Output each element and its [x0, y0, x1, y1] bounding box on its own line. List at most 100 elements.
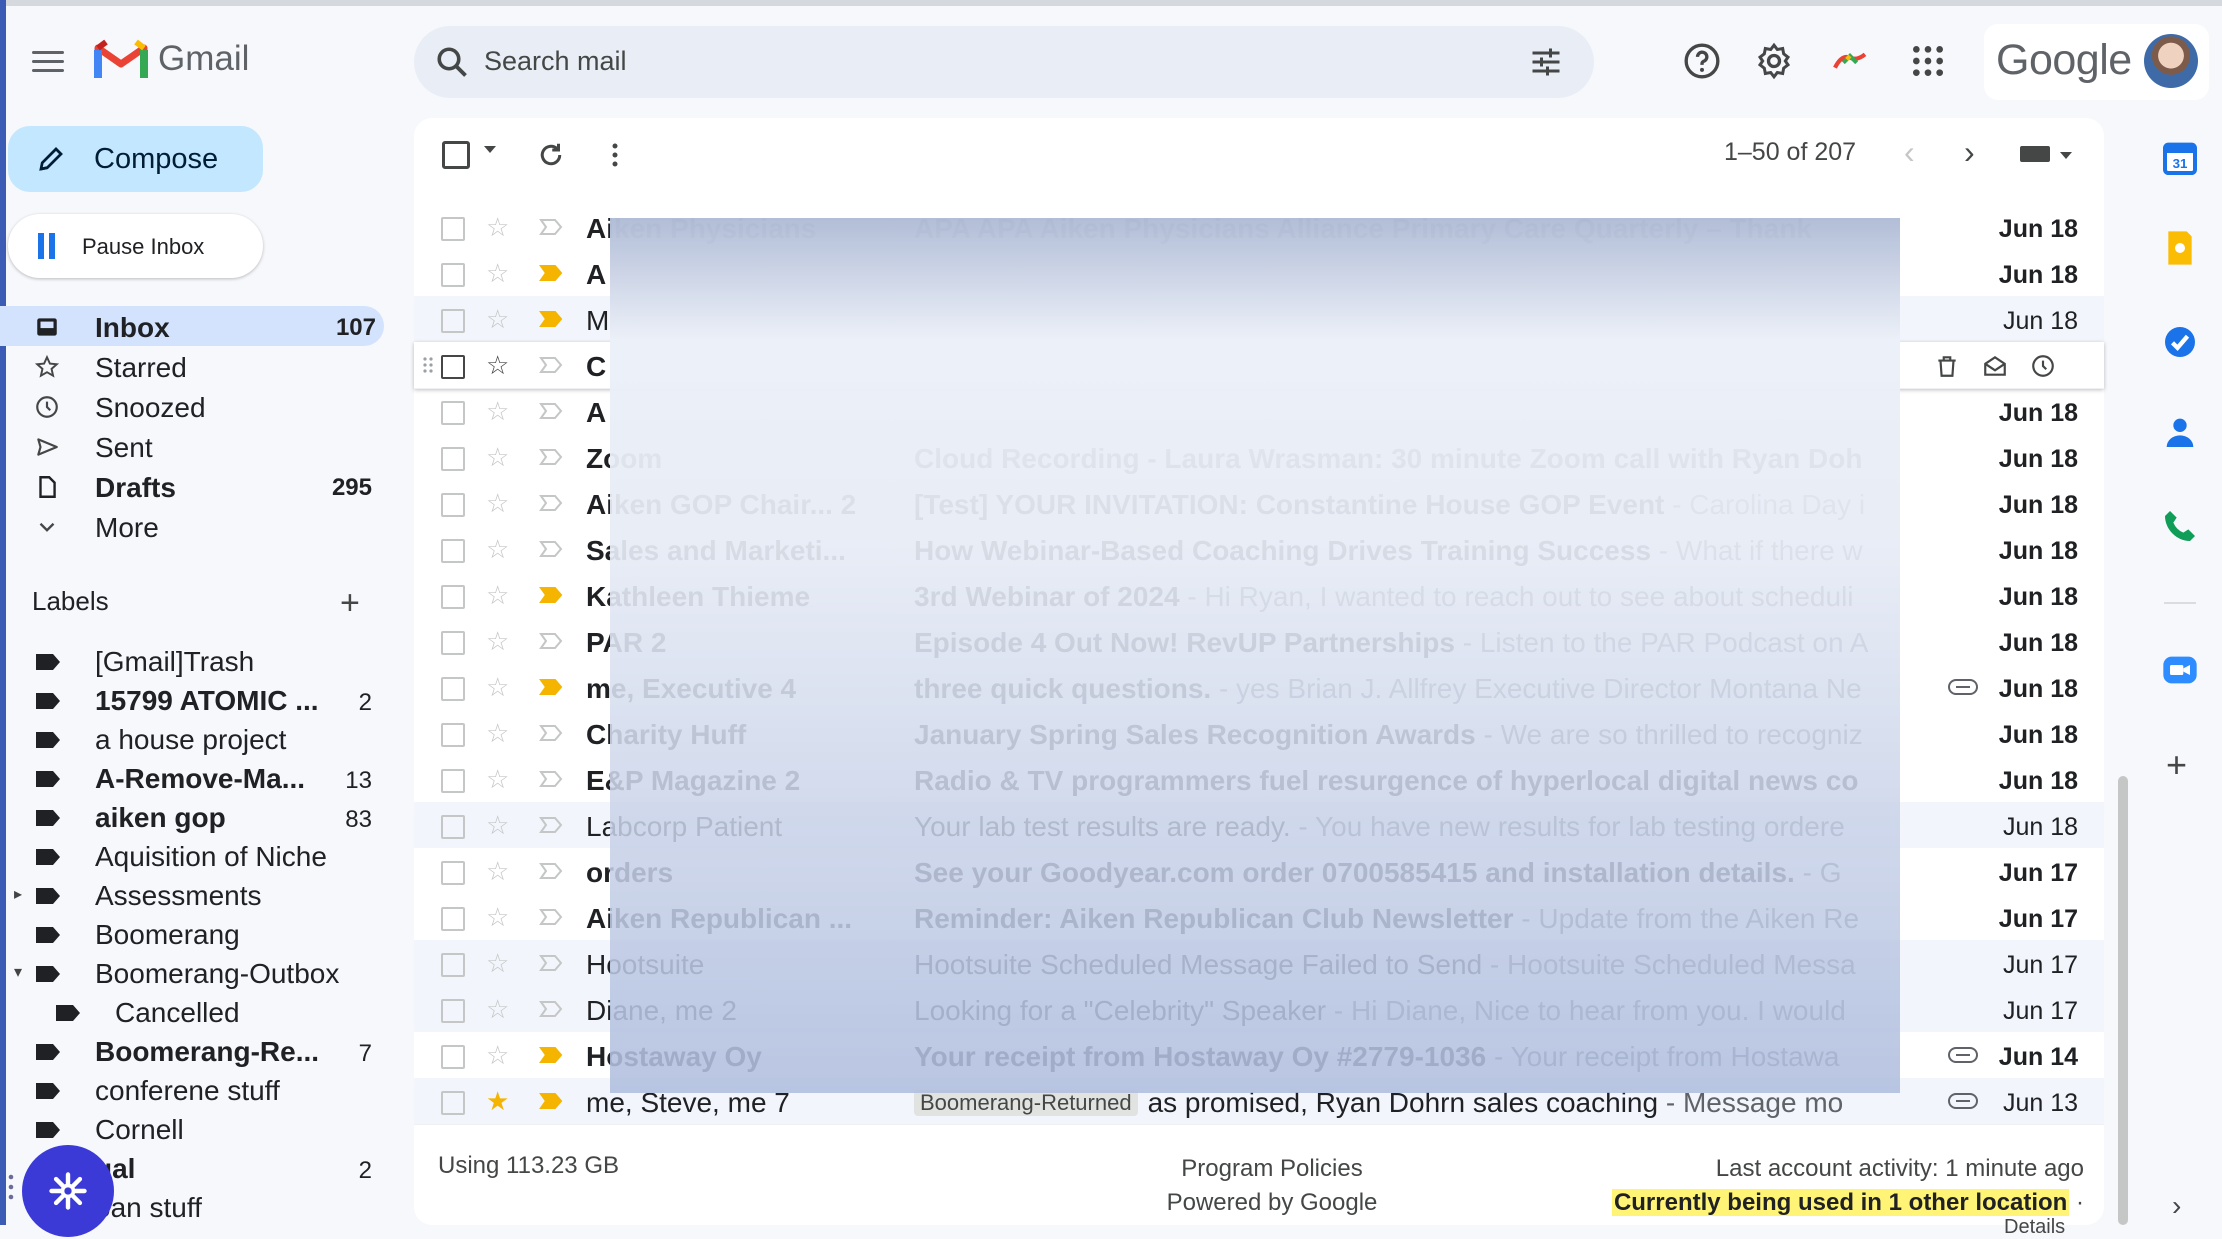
row-checkbox[interactable] [441, 493, 465, 517]
row-checkbox[interactable] [441, 585, 465, 609]
row-checkbox[interactable] [441, 861, 465, 885]
row-checkbox[interactable] [441, 263, 465, 287]
importance-marker-icon[interactable] [539, 678, 563, 696]
importance-marker-icon[interactable] [539, 310, 563, 328]
importance-marker-icon[interactable] [539, 954, 563, 972]
importance-marker-icon[interactable] [539, 494, 563, 512]
row-checkbox[interactable] [441, 723, 465, 747]
label-item[interactable]: ▾ Boomerang-Outbox [0, 954, 380, 992]
importance-marker-icon[interactable] [539, 862, 563, 880]
row-checkbox[interactable] [441, 953, 465, 977]
star-icon[interactable]: ☆ [486, 673, 509, 701]
label-item[interactable]: 15799 ATOMIC ... 2 [0, 681, 380, 719]
label-item[interactable]: ▸ Assessments [0, 876, 380, 914]
row-checkbox[interactable] [441, 447, 465, 471]
delete-trash-icon[interactable] [1934, 353, 1960, 379]
star-icon[interactable]: ☆ [486, 995, 509, 1023]
mark-unread-envelope-icon[interactable] [1982, 353, 2008, 379]
row-checkbox[interactable] [441, 677, 465, 701]
star-icon[interactable]: ☆ [486, 903, 509, 931]
importance-marker-icon[interactable] [539, 770, 563, 788]
star-icon[interactable]: ☆ [486, 1041, 509, 1069]
sidebar-item-starred[interactable]: Starred [0, 346, 380, 386]
label-expand-arrow-icon[interactable]: ▸ [14, 884, 22, 904]
star-icon[interactable]: ☆ [486, 949, 509, 977]
input-tools-caret-icon[interactable] [2060, 152, 2072, 159]
google-account-area[interactable]: Google [1984, 24, 2209, 100]
activity-details-link[interactable]: Details [2004, 1216, 2065, 1239]
refresh-icon[interactable] [536, 140, 566, 170]
row-checkbox[interactable] [441, 769, 465, 793]
apps-grid-icon[interactable] [1908, 41, 1948, 81]
importance-marker-icon[interactable] [539, 1046, 563, 1064]
sidebar-item-sent[interactable]: Sent [0, 426, 380, 466]
search-input[interactable]: Search mail [484, 46, 627, 77]
calendar-icon[interactable]: 31 [2160, 138, 2200, 178]
settings-gear-icon[interactable] [1754, 41, 1794, 81]
drag-handle-icon[interactable] [422, 355, 434, 375]
program-policies-link[interactable]: Program Policies [1142, 1152, 1402, 1186]
snooze-clock-icon[interactable] [2030, 353, 2056, 379]
add-addon-plus-icon[interactable]: + [2166, 744, 2187, 786]
label-item[interactable]: a house project [0, 720, 380, 758]
row-checkbox[interactable] [441, 1045, 465, 1069]
label-item[interactable]: Cornell [0, 1110, 380, 1148]
select-dropdown-caret-icon[interactable] [484, 146, 496, 153]
label-item[interactable]: aiken gop 83 [0, 798, 380, 836]
gemini-sparkle-icon[interactable] [1830, 41, 1870, 81]
importance-marker-icon[interactable] [539, 632, 563, 650]
importance-marker-icon[interactable] [539, 264, 563, 282]
mail-list-scrollbar[interactable] [2118, 776, 2128, 1225]
attachment-chip-icon[interactable] [1948, 1046, 1978, 1064]
star-icon[interactable]: ☆ [486, 305, 509, 333]
label-item[interactable]: conferene stuff [0, 1071, 380, 1109]
attachment-chip-icon[interactable] [1948, 1092, 1978, 1110]
row-checkbox[interactable] [441, 1091, 465, 1115]
star-icon[interactable]: ☆ [486, 259, 509, 287]
label-item[interactable]: A-Remove-Ma... 13 [0, 759, 380, 797]
row-checkbox[interactable] [441, 217, 465, 241]
help-icon[interactable] [1682, 41, 1722, 81]
star-icon[interactable]: ☆ [486, 765, 509, 793]
assistant-fab-button[interactable] [22, 1145, 114, 1237]
row-checkbox[interactable] [441, 999, 465, 1023]
older-page-chevron-left-icon[interactable]: ‹ [1904, 134, 1915, 171]
sidebar-item-snoozed[interactable]: Snoozed [0, 386, 380, 426]
rail-expand-chevron-icon[interactable]: › [2172, 1190, 2181, 1222]
label-item[interactable]: Boomerang-Re... 7 [0, 1032, 380, 1070]
importance-marker-icon[interactable] [539, 448, 563, 466]
star-icon[interactable]: ☆ [486, 581, 509, 609]
star-icon[interactable]: ☆ [486, 213, 509, 241]
row-checkbox[interactable] [441, 401, 465, 425]
star-icon[interactable]: ☆ [486, 443, 509, 471]
importance-marker-icon[interactable] [539, 540, 563, 558]
keep-notes-icon[interactable] [2160, 228, 2200, 268]
row-checkbox[interactable] [441, 907, 465, 931]
account-avatar[interactable] [2144, 34, 2198, 88]
more-vert-icon[interactable] [610, 140, 620, 170]
label-item[interactable]: Cancelled [0, 993, 380, 1031]
star-icon[interactable]: ☆ [486, 719, 509, 747]
create-label-plus-icon[interactable]: + [340, 584, 360, 623]
select-all-checkbox[interactable] [442, 141, 470, 169]
fab-drag-handle-icon[interactable] [6, 1172, 16, 1202]
tasks-icon[interactable] [2160, 322, 2200, 362]
row-checkbox[interactable] [441, 355, 465, 379]
row-checkbox[interactable] [441, 539, 465, 563]
sidebar-item-inbox[interactable]: Inbox 107 [0, 306, 384, 346]
contacts-icon[interactable] [2160, 412, 2200, 452]
star-icon[interactable]: ☆ [486, 811, 509, 839]
star-icon[interactable]: ☆ [486, 489, 509, 517]
zoom-video-icon[interactable] [2160, 650, 2200, 690]
email-label-badge[interactable]: Boomerang-Returned [914, 1090, 1138, 1116]
star-icon[interactable]: ★ [486, 1087, 509, 1115]
importance-marker-icon[interactable] [539, 218, 563, 236]
importance-marker-icon[interactable] [539, 1092, 563, 1110]
search-icon[interactable] [434, 44, 470, 80]
search-bar[interactable]: Search mail [414, 26, 1594, 98]
row-checkbox[interactable] [441, 815, 465, 839]
sidebar-item-more[interactable]: More [0, 506, 380, 546]
importance-marker-icon[interactable] [539, 586, 563, 604]
sidebar-item-drafts[interactable]: Drafts 295 [0, 466, 380, 506]
label-item[interactable]: Aquisition of Niche [0, 837, 380, 875]
